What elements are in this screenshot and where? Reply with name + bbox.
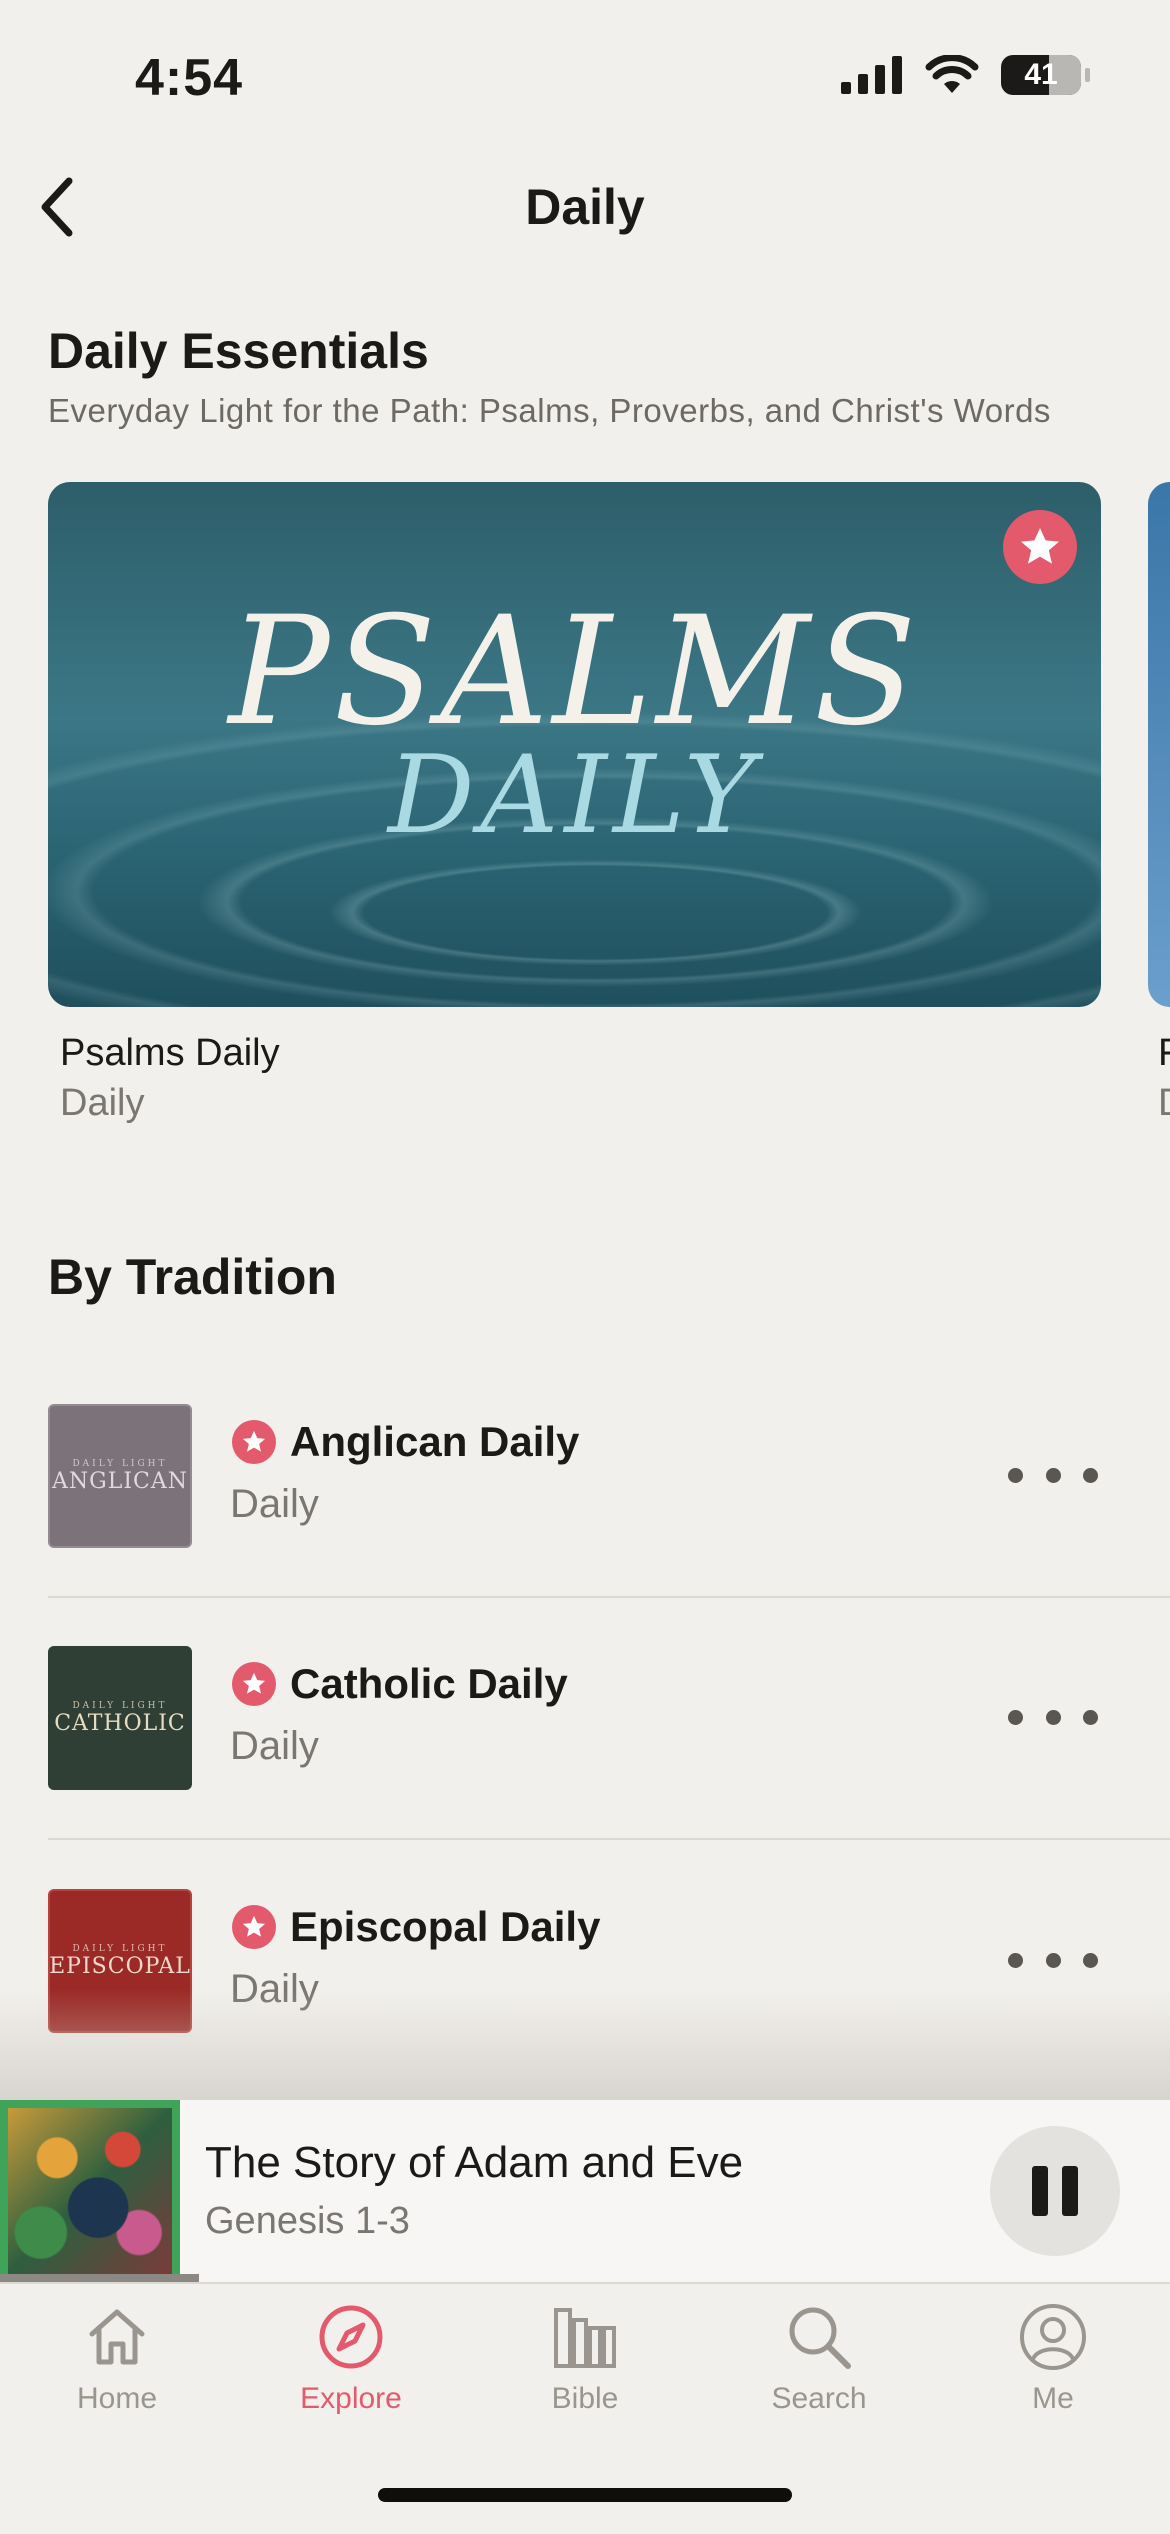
tab-label: Home xyxy=(76,2382,158,2415)
list-item-subtitle: Daily xyxy=(230,1482,319,1526)
thumbnail-title: EPISCOPAL xyxy=(49,1953,191,1979)
status-icons: 41 xyxy=(841,55,1090,95)
list-item[interactable]: DAILY LIGHT ANGLICAN Anglican Daily Dail… xyxy=(48,1404,1170,1646)
tab-home[interactable]: Home xyxy=(0,2302,234,2416)
star-icon xyxy=(232,1420,276,1464)
now-playing-subtitle: Genesis 1-3 xyxy=(205,2200,410,2242)
thumbnail-title: CATHOLIC xyxy=(54,1710,186,1736)
tab-label: Me xyxy=(1032,2382,1074,2415)
section-title-by-tradition: By Tradition xyxy=(48,1249,337,1305)
status-time: 4:54 xyxy=(135,49,244,107)
tab-label: Explore xyxy=(300,2382,402,2415)
tab-label: Search xyxy=(771,2382,867,2415)
playback-progress xyxy=(0,2274,1170,2282)
more-options-button[interactable] xyxy=(1008,1450,1098,1500)
divider xyxy=(48,1596,1170,1598)
thumbnail-title: ANGLICAN xyxy=(52,1468,188,1494)
tab-bible[interactable]: Bible xyxy=(468,2302,702,2416)
scroll-fade xyxy=(0,1990,1170,2100)
thumbnail-caption: DAILY LIGHT xyxy=(72,1943,168,1954)
list-item-title: Episcopal Daily xyxy=(290,1903,601,1950)
more-options-button[interactable] xyxy=(1008,1935,1098,1985)
card-subtitle: Daily xyxy=(60,1082,145,1124)
section-subtitle-daily-essentials: Everyday Light for the Path: Psalms, Pro… xyxy=(48,392,1051,429)
tab-explore[interactable]: Explore xyxy=(234,2302,468,2416)
catholic-thumbnail: DAILY LIGHT CATHOLIC xyxy=(48,1646,192,1790)
compass-icon xyxy=(319,2305,383,2369)
card-art-title: PSALMS xyxy=(228,585,921,759)
next-card-peek[interactable] xyxy=(1148,482,1170,1007)
next-card-subtitle-peek: D xyxy=(1158,1082,1170,1125)
thumbnail-caption: DAILY LIGHT xyxy=(72,1458,168,1469)
battery-level: 41 xyxy=(1024,58,1058,91)
tab-me[interactable]: Me xyxy=(936,2302,1170,2416)
psalms-daily-card[interactable]: PSALMS DAILY xyxy=(48,482,1101,1007)
search-icon xyxy=(789,2307,851,2369)
anglican-thumbnail: DAILY LIGHT ANGLICAN xyxy=(48,1404,192,1548)
books-icon xyxy=(554,2308,616,2368)
battery-icon: 41 xyxy=(1001,55,1081,95)
section-title-daily-essentials: Daily Essentials xyxy=(48,323,429,379)
home-indicator xyxy=(378,2488,792,2502)
card-art-subtitle: DAILY xyxy=(387,733,762,858)
page-title: Daily xyxy=(525,179,645,235)
more-options-button[interactable] xyxy=(1008,1692,1098,1742)
playback-progress-fill xyxy=(0,2274,199,2282)
person-icon xyxy=(1020,2304,1086,2370)
next-card-title-peek: F xyxy=(1158,1032,1170,1074)
signal-icon xyxy=(841,56,902,94)
mini-player[interactable]: The Story of Adam and Eve Genesis 1-3 xyxy=(0,2100,1170,2282)
thumbnail-caption: DAILY LIGHT xyxy=(72,1700,168,1711)
star-icon xyxy=(232,1662,276,1706)
featured-star-icon xyxy=(1003,510,1077,584)
now-playing-artwork xyxy=(0,2100,180,2282)
tab-label: Bible xyxy=(551,2382,619,2415)
home-icon xyxy=(89,2309,145,2365)
list-item[interactable]: DAILY LIGHT CATHOLIC Catholic Daily Dail… xyxy=(48,1646,1170,1888)
card-title[interactable]: Psalms Daily xyxy=(60,1032,280,1075)
tab-search[interactable]: Search xyxy=(702,2302,936,2416)
divider xyxy=(48,1838,1170,1840)
star-icon xyxy=(232,1905,276,1949)
now-playing-title: The Story of Adam and Eve xyxy=(205,2138,744,2187)
list-item-title: Catholic Daily xyxy=(290,1660,568,1707)
list-item-title: Anglican Daily xyxy=(290,1418,580,1465)
battery-cap xyxy=(1085,68,1090,82)
list-item-subtitle: Daily xyxy=(230,1724,319,1768)
wifi-icon xyxy=(925,55,979,93)
pause-button[interactable] xyxy=(990,2126,1120,2256)
